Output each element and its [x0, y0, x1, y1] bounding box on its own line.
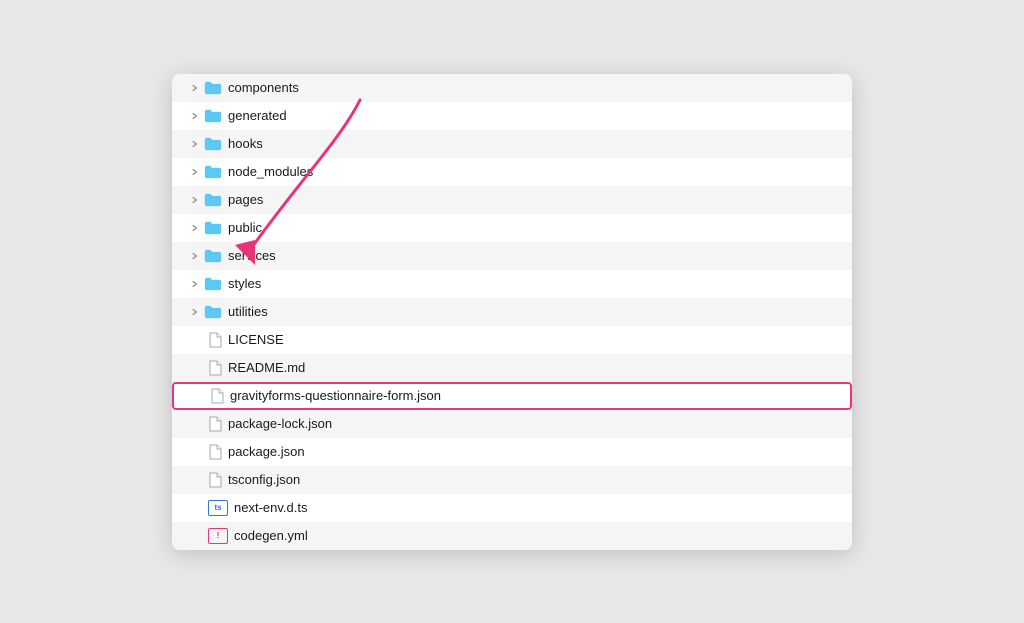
- chevron-icon: [188, 221, 202, 235]
- folder-icon: [204, 193, 222, 207]
- item-label: hooks: [228, 136, 263, 151]
- file-item-LICENSE[interactable]: LICENSE: [172, 326, 852, 354]
- folder-icon: [204, 137, 222, 151]
- item-label: README.md: [228, 360, 305, 375]
- item-label: services: [228, 248, 276, 263]
- file-item-node_modules[interactable]: node_modules: [172, 158, 852, 186]
- file-item-package_json[interactable]: package.json: [172, 438, 852, 466]
- item-label: next-env.d.ts: [234, 500, 307, 515]
- item-label: public: [228, 220, 262, 235]
- item-label: LICENSE: [228, 332, 284, 347]
- file-list: components generated hooks node_mod: [172, 74, 852, 550]
- folder-icon: [204, 249, 222, 263]
- item-label: package-lock.json: [228, 416, 332, 431]
- folder-icon: [204, 221, 222, 235]
- file-icon: [210, 388, 224, 404]
- chevron-icon: [188, 109, 202, 123]
- file-icon: [208, 472, 222, 488]
- file-explorer: components generated hooks node_mod: [172, 74, 852, 550]
- item-label: node_modules: [228, 164, 313, 179]
- file-item-styles[interactable]: styles: [172, 270, 852, 298]
- file-item-codegen[interactable]: ! codegen.yml: [172, 522, 852, 550]
- yaml-badge: !: [208, 528, 228, 544]
- folder-icon: [204, 165, 222, 179]
- file-item-package_lock[interactable]: package-lock.json: [172, 410, 852, 438]
- file-icon: [208, 444, 222, 460]
- item-label: generated: [228, 108, 287, 123]
- file-item-README_md[interactable]: README.md: [172, 354, 852, 382]
- file-item-gravityforms[interactable]: gravityforms-questionnaire-form.json: [172, 382, 852, 410]
- item-label: pages: [228, 192, 263, 207]
- page-background: components generated hooks node_mod: [0, 0, 1024, 623]
- ts-badge: ts: [208, 500, 228, 516]
- chevron-icon: [188, 137, 202, 151]
- file-item-tsconfig[interactable]: tsconfig.json: [172, 466, 852, 494]
- file-icon: [208, 332, 222, 348]
- file-item-pages[interactable]: pages: [172, 186, 852, 214]
- folder-icon: [204, 81, 222, 95]
- file-icon: [208, 416, 222, 432]
- file-item-generated[interactable]: generated: [172, 102, 852, 130]
- item-label: package.json: [228, 444, 305, 459]
- item-label: components: [228, 80, 299, 95]
- file-item-components[interactable]: components: [172, 74, 852, 102]
- item-label: codegen.yml: [234, 528, 308, 543]
- item-label: tsconfig.json: [228, 472, 300, 487]
- file-icon: [208, 360, 222, 376]
- file-item-hooks[interactable]: hooks: [172, 130, 852, 158]
- file-item-public[interactable]: public: [172, 214, 852, 242]
- chevron-icon: [188, 193, 202, 207]
- item-label: gravityforms-questionnaire-form.json: [230, 388, 441, 403]
- chevron-icon: [188, 81, 202, 95]
- file-item-next_env[interactable]: ts next-env.d.ts: [172, 494, 852, 522]
- folder-icon: [204, 109, 222, 123]
- folder-icon: [204, 277, 222, 291]
- folder-icon: [204, 305, 222, 319]
- chevron-icon: [188, 305, 202, 319]
- chevron-icon: [188, 277, 202, 291]
- item-label: utilities: [228, 304, 268, 319]
- file-item-utilities[interactable]: utilities: [172, 298, 852, 326]
- chevron-icon: [188, 165, 202, 179]
- file-item-services[interactable]: services: [172, 242, 852, 270]
- item-label: styles: [228, 276, 261, 291]
- chevron-icon: [188, 249, 202, 263]
